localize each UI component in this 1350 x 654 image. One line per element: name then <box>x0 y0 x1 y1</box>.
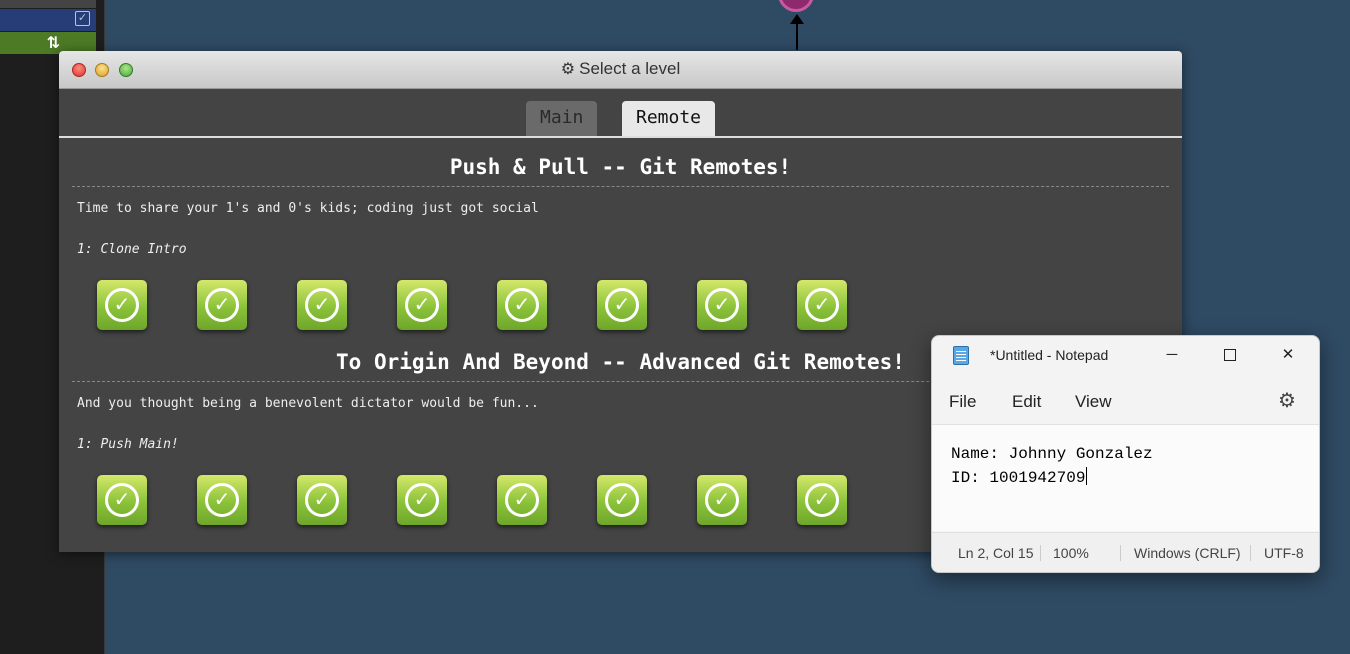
level-name: 1: Clone Intro <box>77 242 187 257</box>
sidebar-strip <box>0 0 96 8</box>
check-icon: ✓ <box>705 483 739 517</box>
check-icon: ✓ <box>805 288 839 322</box>
level-button-7[interactable]: ✓ <box>697 280 747 330</box>
notepad-text-area[interactable]: Name: Johnny Gonzalez ID: 1001942709 <box>932 425 1319 531</box>
check-icon: ✓ <box>505 483 539 517</box>
menu-edit[interactable]: Edit <box>1012 392 1041 412</box>
gear-icon: ⚙ <box>560 61 576 78</box>
check-icon: ✓ <box>205 483 239 517</box>
level-button-5[interactable]: ✓ <box>497 475 547 525</box>
check-icon: ✓ <box>305 288 339 322</box>
maximize-icon <box>1224 349 1236 362</box>
sidebar-row-select[interactable]: ✓ <box>0 9 96 31</box>
commit-edge <box>796 20 798 50</box>
text-line-2: ID: 1001942709 <box>951 467 1088 487</box>
commit-arrow-icon <box>790 14 804 24</box>
status-zoom[interactable]: 100% <box>1053 545 1089 561</box>
checkbox-icon[interactable]: ✓ <box>75 11 90 26</box>
close-button[interactable]: ✕ <box>1270 340 1306 370</box>
level-button-4[interactable]: ✓ <box>397 280 447 330</box>
check-icon: ✓ <box>305 483 339 517</box>
menu-file[interactable]: File <box>949 392 976 412</box>
level-button-2[interactable]: ✓ <box>197 475 247 525</box>
tab-main[interactable]: Main <box>526 101 597 136</box>
status-divider <box>1250 545 1251 561</box>
commit-node[interactable] <box>778 0 814 12</box>
minimize-button[interactable]: ─ <box>1154 340 1190 370</box>
status-cursor-position: Ln 2, Col 15 <box>958 545 1034 561</box>
window-title: ⚙ Select a level <box>59 59 1182 79</box>
notepad-app-icon <box>953 346 969 365</box>
check-icon: ✓ <box>405 483 439 517</box>
notepad-menubar: File Edit View ⚙ <box>932 376 1319 425</box>
notepad-title: *Untitled - Notepad <box>990 347 1109 363</box>
maximize-button[interactable] <box>1212 340 1248 370</box>
check-icon: ✓ <box>605 483 639 517</box>
level-button-5[interactable]: ✓ <box>497 280 547 330</box>
check-icon: ✓ <box>705 288 739 322</box>
status-line-ending[interactable]: Windows (CRLF) <box>1134 545 1241 561</box>
check-icon: ✓ <box>505 288 539 322</box>
notepad-statusbar: Ln 2, Col 15 100% Windows (CRLF) UTF-8 <box>932 532 1319 572</box>
notepad-window: *Untitled - Notepad ─ ✕ File Edit View ⚙… <box>931 335 1320 573</box>
check-icon: ✓ <box>205 288 239 322</box>
level-button-8[interactable]: ✓ <box>797 475 847 525</box>
level-button-2[interactable]: ✓ <box>197 280 247 330</box>
level-button-3[interactable]: ✓ <box>297 280 347 330</box>
window-title-text: Select a level <box>579 59 681 78</box>
text-caret <box>1086 467 1088 485</box>
level-button-6[interactable]: ✓ <box>597 280 647 330</box>
tab-remote[interactable]: Remote <box>622 101 715 136</box>
status-divider <box>1120 545 1121 561</box>
level-button-8[interactable]: ✓ <box>797 280 847 330</box>
section-heading: Push & Pull -- Git Remotes! <box>72 155 1169 187</box>
settings-gear-icon[interactable]: ⚙ <box>1278 388 1296 413</box>
check-icon: ✓ <box>405 288 439 322</box>
notepad-titlebar[interactable]: *Untitled - Notepad ─ ✕ <box>932 336 1319 376</box>
check-icon: ✓ <box>805 483 839 517</box>
section-description: Time to share your 1's and 0's kids; cod… <box>77 201 539 216</box>
check-icon: ✓ <box>105 483 139 517</box>
text-line-1: Name: Johnny Gonzalez <box>951 445 1153 463</box>
level-button-6[interactable]: ✓ <box>597 475 647 525</box>
level-button-7[interactable]: ✓ <box>697 475 747 525</box>
text-line-2-content: ID: 1001942709 <box>951 469 1086 487</box>
level-button-4[interactable]: ✓ <box>397 475 447 525</box>
sync-arrows-icon[interactable]: ⇅ <box>47 33 60 53</box>
window-titlebar: ⚙ Select a level <box>59 51 1182 89</box>
level-button-1[interactable]: ✓ <box>97 280 147 330</box>
level-tabs: Main Remote <box>59 89 1182 138</box>
level-button-1[interactable]: ✓ <box>97 475 147 525</box>
status-divider <box>1040 545 1041 561</box>
status-encoding[interactable]: UTF-8 <box>1264 545 1304 561</box>
level-button-3[interactable]: ✓ <box>297 475 347 525</box>
menu-view[interactable]: View <box>1075 392 1112 412</box>
check-icon: ✓ <box>605 288 639 322</box>
section-remotes: Push & Pull -- Git Remotes! Time to shar… <box>72 155 1169 257</box>
check-icon: ✓ <box>105 288 139 322</box>
